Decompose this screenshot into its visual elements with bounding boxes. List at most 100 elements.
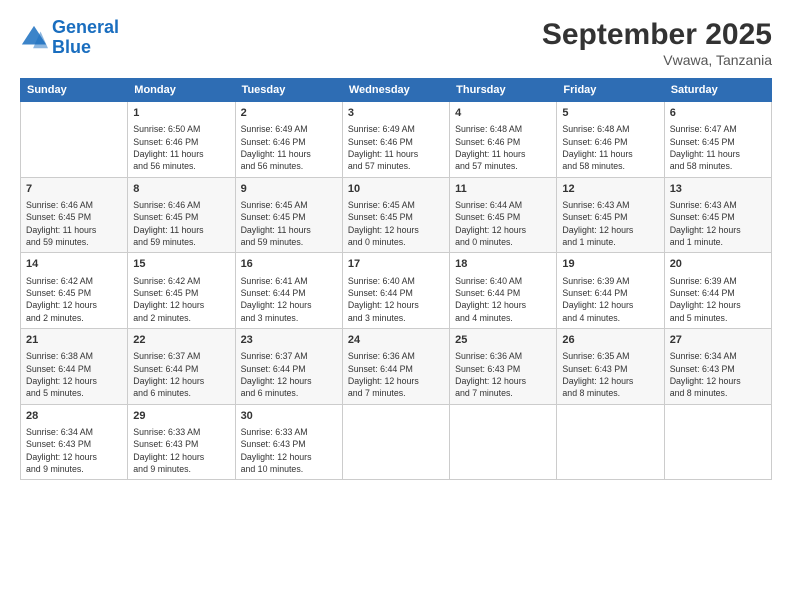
calendar-cell: 17 Sunrise: 6:40 AMSunset: 6:44 PMDayligh… [342,253,449,329]
day-info: Sunrise: 6:42 AMSunset: 6:45 PMDaylight:… [26,275,122,324]
calendar-cell: 25 Sunrise: 6:36 AMSunset: 6:43 PMDayligh… [450,328,557,404]
day-info: Sunrise: 6:42 AMSunset: 6:45 PMDaylight:… [133,275,229,324]
calendar-cell: 24Sunrise: 6:36 AMSunset: 6:44 PMDayligh… [342,328,449,404]
calendar-cell: 30 Sunrise: 6:33 AMSunset: 6:43 PMDayligh… [235,404,342,480]
day-number: 26 [562,333,658,348]
month-title: September 2025 [542,18,772,52]
day-number: 25 [455,333,551,348]
calendar-cell: 23 Sunrise: 6:37 AMSunset: 6:44 PMDayligh… [235,328,342,404]
calendar-cell: 21Sunrise: 6:38 AMSunset: 6:44 PMDayligh… [21,328,128,404]
calendar-cell: 10Sunrise: 6:45 AMSunset: 6:45 PMDayligh… [342,177,449,253]
day-number: 28 [26,409,122,424]
page: General Blue September 2025 Vwawa, Tanza… [0,0,792,612]
day-number: 11 [455,182,551,197]
day-info: Sunrise: 6:39 AMSunset: 6:44 PMDaylight:… [562,275,658,324]
calendar-cell: 27 Sunrise: 6:34 AMSunset: 6:43 PMDayligh… [664,328,771,404]
calendar-cell: 29Sunrise: 6:33 AMSunset: 6:43 PMDayligh… [128,404,235,480]
day-info: Sunrise: 6:40 AMSunset: 6:44 PMDaylight:… [348,275,444,324]
day-info: Sunrise: 6:36 AMSunset: 6:43 PMDaylight:… [455,350,551,399]
col-header-monday: Monday [128,79,235,102]
day-number: 23 [241,333,337,348]
day-info: Sunrise: 6:37 AMSunset: 6:44 PMDaylight:… [241,350,337,399]
day-info: Sunrise: 6:48 AMSunset: 6:46 PMDaylight:… [455,123,551,172]
day-number: 9 [241,182,337,197]
day-number: 16 [241,257,337,272]
logo-line1: General [52,17,119,37]
location-subtitle: Vwawa, Tanzania [542,52,772,68]
day-info: Sunrise: 6:38 AMSunset: 6:44 PMDaylight:… [26,350,122,399]
calendar-cell: 4 Sunrise: 6:48 AMSunset: 6:46 PMDaylight… [450,102,557,178]
calendar-cell: 18 Sunrise: 6:40 AMSunset: 6:44 PMDayligh… [450,253,557,329]
logo: General Blue [20,18,119,58]
day-number: 1 [133,106,229,121]
calendar-cell: 14 Sunrise: 6:42 AMSunset: 6:45 PMDayligh… [21,253,128,329]
day-info: Sunrise: 6:46 AMSunset: 6:45 PMDaylight:… [133,199,229,248]
logo-text: General Blue [52,18,119,58]
day-number: 27 [670,333,766,348]
calendar-cell: 7 Sunrise: 6:46 AMSunset: 6:45 PMDaylight… [21,177,128,253]
day-info: Sunrise: 6:35 AMSunset: 6:43 PMDaylight:… [562,350,658,399]
calendar-week-5: 28Sunrise: 6:34 AMSunset: 6:43 PMDayligh… [21,404,772,480]
day-info: Sunrise: 6:41 AMSunset: 6:44 PMDaylight:… [241,275,337,324]
day-number: 5 [562,106,658,121]
day-number: 22 [133,333,229,348]
calendar-cell: 6 Sunrise: 6:47 AMSunset: 6:45 PMDaylight… [664,102,771,178]
day-number: 8 [133,182,229,197]
day-info: Sunrise: 6:39 AMSunset: 6:44 PMDaylight:… [670,275,766,324]
day-info: Sunrise: 6:43 AMSunset: 6:45 PMDaylight:… [562,199,658,248]
day-number: 6 [670,106,766,121]
calendar-week-1: 1 Sunrise: 6:50 AMSunset: 6:46 PMDaylight… [21,102,772,178]
day-info: Sunrise: 6:40 AMSunset: 6:44 PMDaylight:… [455,275,551,324]
day-number: 7 [26,182,122,197]
day-info: Sunrise: 6:49 AMSunset: 6:46 PMDaylight:… [348,123,444,172]
day-number: 2 [241,106,337,121]
calendar-cell: 9 Sunrise: 6:45 AMSunset: 6:45 PMDaylight… [235,177,342,253]
day-info: Sunrise: 6:48 AMSunset: 6:46 PMDaylight:… [562,123,658,172]
calendar-cell: 5 Sunrise: 6:48 AMSunset: 6:46 PMDaylight… [557,102,664,178]
col-header-sunday: Sunday [21,79,128,102]
day-number: 15 [133,257,229,272]
header: General Blue September 2025 Vwawa, Tanza… [20,18,772,68]
day-info: Sunrise: 6:45 AMSunset: 6:45 PMDaylight:… [348,199,444,248]
day-info: Sunrise: 6:49 AMSunset: 6:46 PMDaylight:… [241,123,337,172]
calendar-cell [664,404,771,480]
col-header-tuesday: Tuesday [235,79,342,102]
day-number: 3 [348,106,444,121]
day-info: Sunrise: 6:47 AMSunset: 6:45 PMDaylight:… [670,123,766,172]
calendar-cell: 20Sunrise: 6:39 AMSunset: 6:44 PMDayligh… [664,253,771,329]
col-header-saturday: Saturday [664,79,771,102]
day-info: Sunrise: 6:50 AMSunset: 6:46 PMDaylight:… [133,123,229,172]
calendar-cell: 26 Sunrise: 6:35 AMSunset: 6:43 PMDayligh… [557,328,664,404]
day-number: 4 [455,106,551,121]
calendar-cell [450,404,557,480]
day-info: Sunrise: 6:45 AMSunset: 6:45 PMDaylight:… [241,199,337,248]
calendar-cell: 28Sunrise: 6:34 AMSunset: 6:43 PMDayligh… [21,404,128,480]
day-number: 12 [562,182,658,197]
calendar-cell: 2 Sunrise: 6:49 AMSunset: 6:46 PMDaylight… [235,102,342,178]
calendar-header-row: SundayMondayTuesdayWednesdayThursdayFrid… [21,79,772,102]
day-number: 30 [241,409,337,424]
calendar-week-2: 7 Sunrise: 6:46 AMSunset: 6:45 PMDaylight… [21,177,772,253]
col-header-friday: Friday [557,79,664,102]
day-info: Sunrise: 6:34 AMSunset: 6:43 PMDaylight:… [670,350,766,399]
calendar-week-3: 14 Sunrise: 6:42 AMSunset: 6:45 PMDayligh… [21,253,772,329]
day-number: 14 [26,257,122,272]
calendar-table: SundayMondayTuesdayWednesdayThursdayFrid… [20,78,772,480]
calendar-cell: 19Sunrise: 6:39 AMSunset: 6:44 PMDayligh… [557,253,664,329]
calendar-cell: 12 Sunrise: 6:43 AMSunset: 6:45 PMDayligh… [557,177,664,253]
day-number: 18 [455,257,551,272]
title-area: September 2025 Vwawa, Tanzania [542,18,772,68]
day-number: 13 [670,182,766,197]
calendar-cell: 13Sunrise: 6:43 AMSunset: 6:45 PMDayligh… [664,177,771,253]
day-number: 17 [348,257,444,272]
day-info: Sunrise: 6:33 AMSunset: 6:43 PMDaylight:… [241,426,337,475]
day-info: Sunrise: 6:46 AMSunset: 6:45 PMDaylight:… [26,199,122,248]
day-info: Sunrise: 6:37 AMSunset: 6:44 PMDaylight:… [133,350,229,399]
day-info: Sunrise: 6:44 AMSunset: 6:45 PMDaylight:… [455,199,551,248]
day-info: Sunrise: 6:33 AMSunset: 6:43 PMDaylight:… [133,426,229,475]
calendar-cell: 16 Sunrise: 6:41 AMSunset: 6:44 PMDayligh… [235,253,342,329]
calendar-cell [21,102,128,178]
logo-line2: Blue [52,37,91,57]
calendar-cell: 15 Sunrise: 6:42 AMSunset: 6:45 PMDayligh… [128,253,235,329]
col-header-wednesday: Wednesday [342,79,449,102]
